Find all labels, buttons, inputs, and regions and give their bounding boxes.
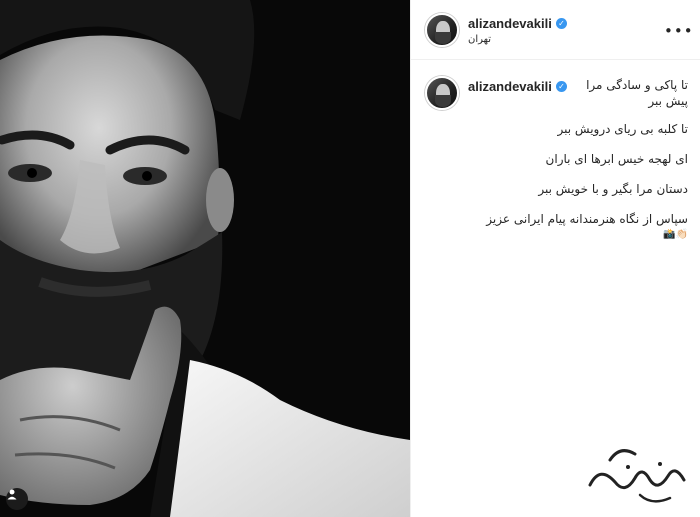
instagram-post-view: alizandevakili ✓ تهران ••• alizandevakil… bbox=[0, 0, 700, 517]
caption-text: تا پاکی و سادگی مرا پیش ببر تا کلبه بی ر… bbox=[466, 78, 688, 240]
caption-line: دستان مرا بگیر و با خویش ببر bbox=[538, 182, 688, 196]
post-location[interactable]: تهران bbox=[468, 34, 491, 45]
caption-line: پیش ببر bbox=[648, 94, 688, 108]
header-username[interactable]: alizandevakili bbox=[468, 16, 552, 31]
post-photo[interactable] bbox=[0, 0, 410, 517]
caption-line: تا پاکی و سادگی مرا bbox=[586, 78, 688, 92]
caption-emoji-line: 👏🏻📸 bbox=[663, 229, 688, 240]
caption-line: سپاس از نگاه هنرمندانه پیام ایرانی عزیز bbox=[486, 212, 688, 226]
watermark-logo bbox=[588, 449, 686, 503]
caption-line: تا کلبه بی ریای درویش ببر bbox=[557, 122, 689, 136]
caption-avatar[interactable] bbox=[425, 76, 459, 110]
more-options-icon[interactable]: ••• bbox=[664, 22, 694, 40]
caption-line: ای لهجه خیس ابرها ای باران bbox=[545, 152, 688, 166]
verified-badge-icon: ✓ bbox=[556, 18, 567, 29]
portrait-image bbox=[0, 0, 410, 517]
user-tag-icon[interactable] bbox=[6, 488, 28, 510]
avatar[interactable] bbox=[425, 13, 459, 47]
post-header: alizandevakili ✓ تهران ••• bbox=[411, 0, 700, 60]
